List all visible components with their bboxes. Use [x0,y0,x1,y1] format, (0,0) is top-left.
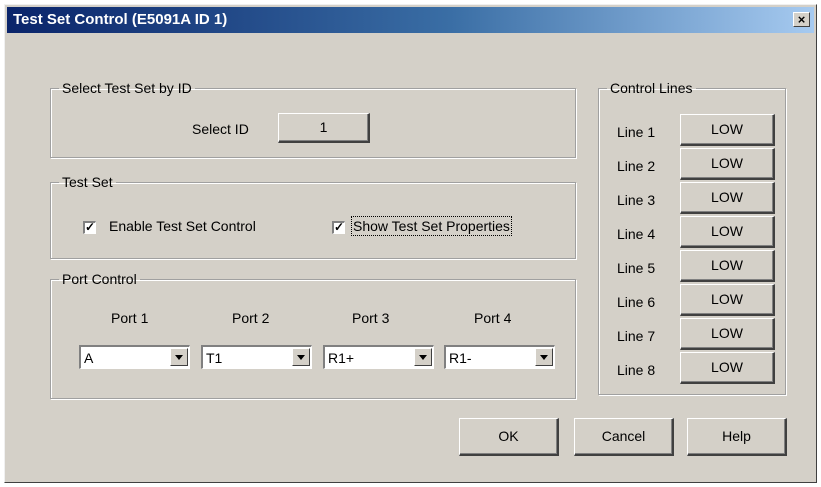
window-title: Test Set Control (E5091A ID 1) [13,11,228,28]
enable-test-set-label[interactable]: Enable Test Set Control [109,218,256,234]
line-6-label: Line 6 [617,294,656,310]
test-set-control-dialog: Test Set Control (E5091A ID 1) × Select … [4,4,817,483]
port-3-select[interactable]: R1+ [323,345,434,369]
line-1-label: Line 1 [617,124,656,140]
port-3-value: R1+ [328,350,355,366]
show-test-set-properties-label[interactable]: Show Test Set Properties [351,216,512,236]
port-control-legend: Port Control [62,271,137,287]
port-1-select[interactable]: A [79,345,190,369]
port-2-dropdown-button[interactable] [292,348,310,366]
enable-test-set-checkbox[interactable]: ✓ [83,220,96,234]
chevron-down-icon [297,355,305,360]
line-2-state-button[interactable]: LOW [680,148,775,180]
port-4-value: R1- [449,350,472,366]
ok-button[interactable]: OK [459,418,559,456]
port-2-select[interactable]: T1 [201,345,312,369]
line-2-label: Line 2 [617,158,656,174]
select-id-button[interactable]: 1 [278,113,370,143]
show-test-set-properties-checkbox[interactable]: ✓ [332,220,345,234]
port-4-dropdown-button[interactable] [535,348,553,366]
port-4-label: Port 4 [474,310,512,326]
line-5-label: Line 5 [617,260,656,276]
port-control-group: Port Control [50,271,576,399]
line-4-state-button[interactable]: LOW [680,216,775,248]
select-id-label: Select ID [192,121,249,137]
line-3-state-button[interactable]: LOW [680,182,775,214]
cancel-button[interactable]: Cancel [574,418,674,456]
test-set-group: Test Set [50,174,576,259]
line-7-label: Line 7 [617,328,656,344]
select-test-set-legend: Select Test Set by ID [62,80,192,96]
help-button[interactable]: Help [687,418,787,456]
port-1-label: Port 1 [111,310,149,326]
line-6-state-button[interactable]: LOW [680,284,775,316]
port-2-value: T1 [206,350,223,366]
checkmark-icon: ✓ [334,220,345,234]
title-bar[interactable]: Test Set Control (E5091A ID 1) × [7,7,814,33]
port-1-value: A [84,350,94,366]
close-icon: × [797,12,806,27]
test-set-legend: Test Set [62,174,113,190]
line-5-state-button[interactable]: LOW [680,250,775,282]
chevron-down-icon [419,355,427,360]
line-3-label: Line 3 [617,192,656,208]
checkmark-icon: ✓ [85,220,96,234]
chevron-down-icon [175,355,183,360]
line-7-state-button[interactable]: LOW [680,318,775,350]
line-4-label: Line 4 [617,226,656,242]
chevron-down-icon [540,355,548,360]
port-2-label: Port 2 [232,310,270,326]
line-1-state-button[interactable]: LOW [680,114,775,146]
port-3-label: Port 3 [352,310,390,326]
port-3-dropdown-button[interactable] [414,348,432,366]
line-8-label: Line 8 [617,362,656,378]
close-button[interactable]: × [793,12,810,27]
line-8-state-button[interactable]: LOW [680,352,775,384]
port-4-select[interactable]: R1- [444,345,555,369]
port-1-dropdown-button[interactable] [170,348,188,366]
control-lines-legend: Control Lines [610,80,693,96]
